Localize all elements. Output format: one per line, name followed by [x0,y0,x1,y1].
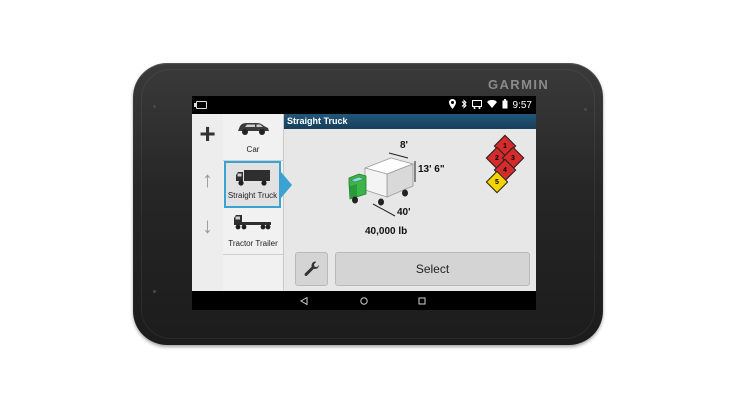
nav-home-button[interactable] [354,291,374,310]
vehicle-item-straight-truck[interactable]: Straight Truck [224,161,281,208]
bluetooth-icon [461,99,467,113]
dimension-height: 13' 6" [418,164,445,175]
vehicle-profile-app: + ↑ ↓ Car Straight Truck Tractor Trailer… [192,114,536,291]
location-pin-icon [448,99,456,113]
dimension-width: 8' [400,140,408,151]
car-icon [238,123,269,135]
vehicle-label: Tractor Trailer [228,239,278,248]
status-bar: 9:57 [192,96,536,114]
add-profile-button[interactable]: + [192,118,223,150]
settings-button[interactable] [295,252,328,286]
dimension-length: 40' [397,207,411,218]
vehicle-weight: 40,000 lb [365,226,408,237]
android-nav-bar [192,291,536,310]
vehicle-item-car[interactable]: Car [223,114,283,161]
arrow-down-icon: ↓ [202,213,213,238]
wifi-icon [486,99,497,112]
home-circle-icon [360,296,368,305]
vehicle-detail-panel: Straight Truck 8' 13' 6" 40' 40,000 lb 1 [284,114,536,291]
vehicle-list: Car Straight Truck Tractor Trailer [223,114,284,291]
plus-icon: + [199,118,216,149]
status-icons: 9:57 [448,99,532,113]
nav-back-button[interactable] [294,291,314,310]
arrow-up-icon: ↑ [202,167,213,192]
scroll-up-button[interactable]: ↑ [192,164,223,196]
truck-illustration-icon [348,152,416,217]
straight-truck-icon [235,170,270,186]
battery-icon [502,99,508,113]
back-triangle-icon [300,296,308,305]
vehicle-item-tractor-trailer[interactable]: Tractor Trailer [223,208,283,255]
recents-square-icon [418,297,426,304]
select-button[interactable]: Select [335,252,530,286]
device-light-sensor [153,105,156,108]
tractor-trailer-icon [234,215,271,230]
device-camera-dot [584,108,587,111]
scroll-down-button[interactable]: ↓ [192,210,223,242]
device-speaker-dot [153,290,156,293]
panel-title: Straight Truck [284,114,536,129]
nav-recents-button[interactable] [412,291,432,310]
truck-mode-icon [471,99,482,113]
side-controls: + ↑ ↓ [192,114,224,291]
vehicle-label: Straight Truck [227,191,278,200]
clock-time: 9:57 [512,100,532,111]
wrench-icon [304,261,319,276]
brand-logo: GARMIN [488,77,550,92]
vehicle-label: Car [246,145,260,154]
battery-small-icon [194,101,207,109]
device-screen: 9:57 + ↑ ↓ Car Straight Truck Tractor Tr… [192,96,536,310]
